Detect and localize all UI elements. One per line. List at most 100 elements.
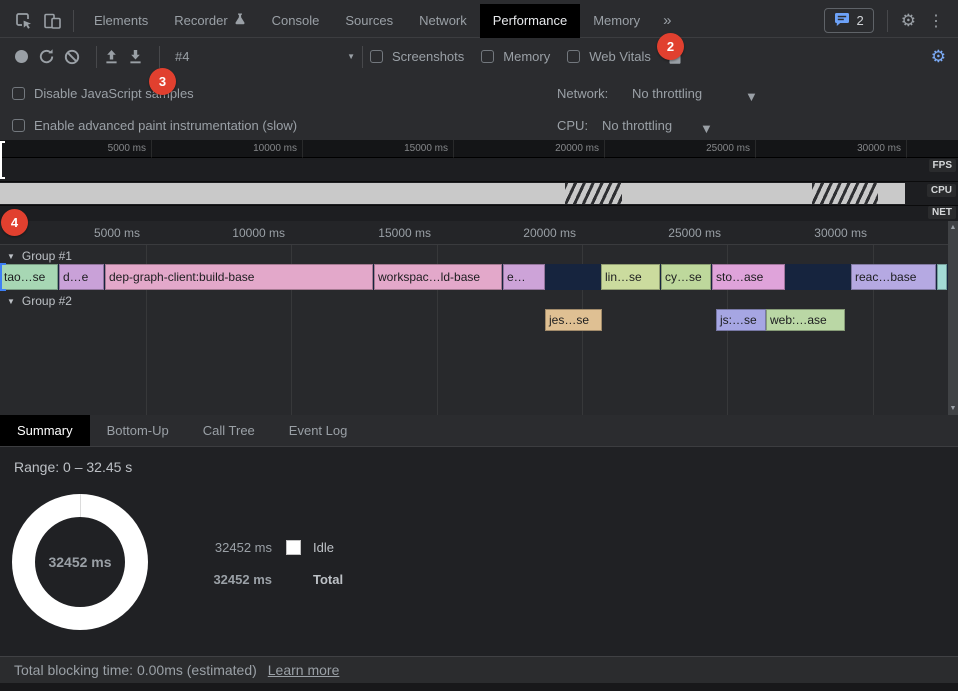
- network-throttling-label: Network:: [557, 86, 608, 101]
- group1-selection-bracket: [0, 263, 6, 291]
- tab-memory[interactable]: Memory: [580, 4, 653, 38]
- group2-header[interactable]: ▼ Group #2: [7, 293, 72, 309]
- history-dropdown[interactable]: #4 ▼: [167, 49, 355, 64]
- footer-status-bar: Total blocking time: 0.00ms (estimated) …: [0, 656, 958, 683]
- cpu-throttling-select[interactable]: No throttling: [602, 118, 672, 133]
- timeline-bar[interactable]: cy…se: [661, 264, 711, 290]
- load-profile-icon[interactable]: [104, 49, 119, 65]
- kebab-menu-icon[interactable]: ⋮: [922, 11, 950, 31]
- fps-lane-label: FPS: [929, 159, 956, 172]
- inspect-element-icon[interactable]: [10, 7, 38, 35]
- record-button[interactable]: [15, 50, 28, 63]
- checkbox-box: [12, 119, 25, 132]
- group2-bars: jes…se js:…seweb:…ase: [0, 309, 948, 331]
- timeline-bar[interactable]: jes…se: [545, 309, 602, 331]
- tab-console[interactable]: Console: [259, 4, 333, 38]
- summary-legend: 32452 ms Idle 32452 ms Total: [180, 535, 343, 599]
- timeline-bar[interactable]: reac…base: [851, 264, 936, 290]
- chevron-down-icon: ▼: [347, 52, 355, 61]
- devtools-tabbar: Elements Recorder Console Sources Networ…: [0, 0, 958, 38]
- cpu-throttling-label: CPU:: [557, 118, 588, 133]
- vertical-scrollbar[interactable]: ▲ ▼: [948, 221, 958, 415]
- chat-icon: [834, 12, 850, 30]
- checkbox-label: Screenshots: [392, 49, 464, 64]
- chevron-down-icon[interactable]: ▼: [700, 121, 713, 136]
- timeline-ruler: 5000 ms10000 ms15000 ms20000 ms25000 ms3…: [0, 221, 948, 245]
- more-tabs-icon[interactable]: »: [653, 12, 681, 29]
- tab-label: Memory: [593, 13, 640, 28]
- collapse-arrow-icon: ▼: [7, 297, 15, 306]
- web-vitals-checkbox[interactable]: Web Vitals: [567, 49, 651, 64]
- tab-recorder[interactable]: Recorder: [161, 4, 258, 38]
- checkbox-label: Enable advanced paint instrumentation (s…: [34, 118, 297, 133]
- group-label: Group #1: [22, 249, 72, 263]
- clear-recording-icon[interactable]: [64, 49, 80, 65]
- network-throttling-select[interactable]: No throttling: [632, 86, 702, 101]
- save-profile-icon[interactable]: [128, 49, 143, 65]
- overview-tick-label: 5000 ms: [108, 143, 151, 154]
- timeline-bar[interactable]: sto…ase: [712, 264, 785, 290]
- reload-and-record-button[interactable]: [38, 48, 55, 65]
- issues-counter-button[interactable]: 2: [824, 8, 874, 33]
- overview-net-lane: [0, 205, 958, 221]
- memory-checkbox[interactable]: Memory: [481, 49, 550, 64]
- tab-summary[interactable]: Summary: [0, 415, 90, 446]
- checkbox-label: Web Vitals: [589, 49, 651, 64]
- device-toolbar-icon[interactable]: [38, 7, 66, 35]
- tab-label: Sources: [345, 13, 393, 28]
- devtools-window: Elements Recorder Console Sources Networ…: [0, 0, 958, 691]
- timeline-bar[interactable]: tao…se: [0, 264, 58, 290]
- checkbox-box: [12, 87, 25, 100]
- timeline-bar[interactable]: dep-graph-client:build-base: [105, 264, 373, 290]
- group-label: Group #2: [22, 294, 72, 308]
- tab-performance[interactable]: Performance: [480, 4, 580, 38]
- tab-label: Network: [419, 13, 467, 28]
- capture-settings-gear-icon[interactable]: ⚙: [931, 48, 946, 65]
- advanced-paint-checkbox[interactable]: Enable advanced paint instrumentation (s…: [12, 118, 297, 133]
- chevron-down-icon[interactable]: ▼: [745, 89, 758, 104]
- settings-gear-icon[interactable]: ⚙: [901, 12, 916, 29]
- divider: [887, 10, 888, 32]
- overview-tick-label: 25000 ms: [706, 143, 755, 154]
- timeline-bar[interactable]: e…: [503, 264, 545, 290]
- annotation-badge-3: 3: [149, 68, 176, 95]
- divider: [362, 46, 363, 68]
- learn-more-link[interactable]: Learn more: [268, 662, 340, 678]
- timeline-overview[interactable]: 5000 ms10000 ms15000 ms20000 ms25000 ms3…: [0, 140, 958, 221]
- overview-fps-lane: [0, 158, 958, 182]
- total-blocking-time-text: Total blocking time: 0.00ms (estimated): [14, 662, 257, 678]
- timeline-bar[interactable]: lin…se: [601, 264, 660, 290]
- timeline-tick-label: 25000 ms: [668, 226, 727, 240]
- scroll-up-icon[interactable]: ▲: [950, 224, 957, 231]
- tab-event-log[interactable]: Event Log: [272, 415, 365, 446]
- flask-icon: [234, 13, 246, 29]
- legend-row-total: 32452 ms Total: [180, 567, 343, 591]
- window-bottom-strip: [0, 683, 958, 691]
- cpu-activity-band: [0, 183, 905, 204]
- annotation-badge-2: 2: [657, 33, 684, 60]
- tab-sources[interactable]: Sources: [332, 4, 406, 38]
- overview-ruler: 5000 ms10000 ms15000 ms20000 ms25000 ms3…: [0, 140, 958, 158]
- overview-left-drag-handle[interactable]: [0, 141, 5, 179]
- summary-pane: Range: 0 – 32.45 s 32452 ms 32452 ms Idl…: [0, 447, 958, 656]
- idle-swatch: [286, 540, 301, 555]
- timeline-bar[interactable]: d…e: [59, 264, 104, 290]
- divider: [73, 10, 74, 32]
- capture-settings-pane: Disable JavaScript samples Network: No t…: [0, 75, 958, 140]
- timeline-bar[interactable]: js:…se: [716, 309, 766, 331]
- tab-bottom-up[interactable]: Bottom-Up: [90, 415, 186, 446]
- scroll-down-icon[interactable]: ▼: [950, 405, 957, 412]
- screenshots-checkbox[interactable]: Screenshots: [370, 49, 464, 64]
- legend-value: 32452 ms: [180, 572, 272, 587]
- overview-tick-label: 30000 ms: [857, 143, 906, 154]
- tab-elements[interactable]: Elements: [81, 4, 161, 38]
- tab-call-tree[interactable]: Call Tree: [186, 415, 272, 446]
- checkbox-label: Memory: [503, 49, 550, 64]
- flame-chart[interactable]: 5000 ms10000 ms15000 ms20000 ms25000 ms3…: [0, 221, 958, 415]
- timeline-bar[interactable]: [937, 264, 947, 290]
- timeline-bar[interactable]: web:…ase: [766, 309, 845, 331]
- overview-tick-label: 20000 ms: [555, 143, 604, 154]
- tab-network[interactable]: Network: [406, 4, 480, 38]
- group1-header[interactable]: ▼ Group #1: [7, 248, 72, 264]
- timeline-bar[interactable]: workspac…ld-base: [374, 264, 502, 290]
